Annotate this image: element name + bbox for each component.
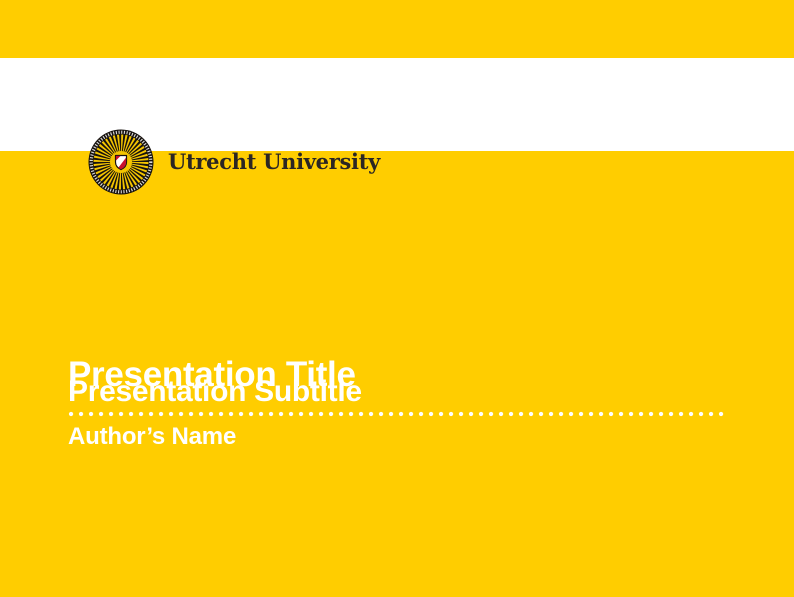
logo-band: Utrecht University xyxy=(0,58,794,151)
slide-content: Presentation Title Presentation Subtitle… xyxy=(0,151,794,597)
title-slide: Utrecht University Presentation Title Pr… xyxy=(0,0,794,597)
dotted-divider xyxy=(68,410,728,418)
author-name: Author’s Name xyxy=(68,423,236,452)
presentation-subtitle: Presentation Subtitle xyxy=(68,374,362,410)
top-accent-band xyxy=(0,0,794,58)
